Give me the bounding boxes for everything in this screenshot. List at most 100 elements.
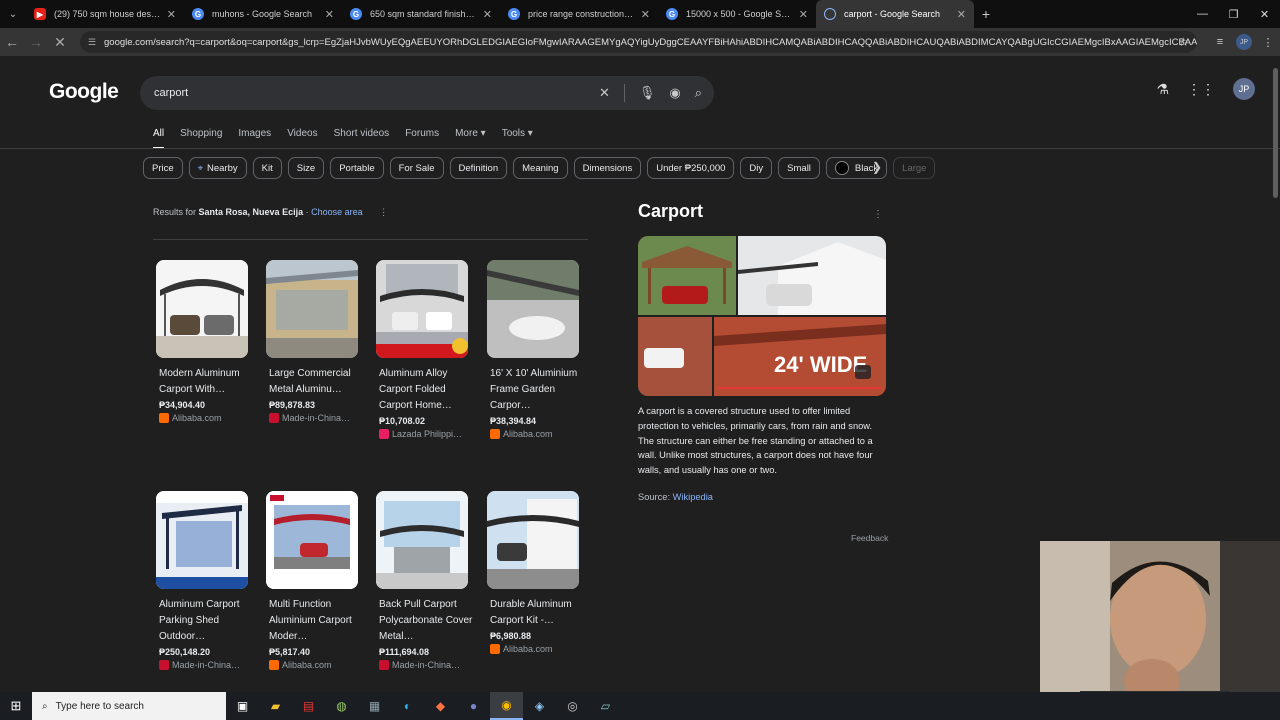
chip-price[interactable]: Price (143, 157, 183, 179)
edge-icon[interactable]: ◐ (391, 692, 424, 720)
product-name[interactable]: Back Pull Carport Polycarbonate Cover Me… (376, 597, 476, 645)
tab-tools[interactable]: Tools ▾ (502, 128, 533, 149)
account-avatar[interactable]: JP (1233, 78, 1255, 100)
chip-large[interactable]: Large (893, 157, 936, 179)
product-image[interactable] (156, 491, 248, 589)
chip-diy[interactable]: Diy (740, 157, 773, 179)
product-image[interactable] (487, 491, 579, 589)
lens-icon[interactable]: ◉ (669, 85, 680, 101)
labs-flask-icon[interactable]: ⚗ (1156, 81, 1169, 98)
new-tab-button[interactable]: + (974, 6, 998, 22)
bookmark-star-icon[interactable]: ☆ (1178, 35, 1189, 49)
product-card[interactable]: Modern Aluminum Carport With… ₱34,904.40… (156, 260, 256, 423)
more-options-icon[interactable]: ⋮ (379, 207, 388, 217)
tab-images[interactable]: Images (238, 128, 271, 149)
task-view-icon[interactable]: ▣ (226, 692, 259, 720)
chip-size[interactable]: Size (287, 157, 325, 179)
calculator-icon[interactable]: ▦ (358, 692, 391, 720)
tab-more[interactable]: More ▾ (455, 128, 486, 149)
minimize-icon[interactable]: — (1187, 0, 1218, 28)
back-button[interactable]: ← (0, 28, 24, 56)
product-name[interactable]: 16' X 10' Aluminium Frame Garden Carpor… (487, 366, 587, 414)
product-image[interactable] (487, 260, 579, 358)
microphone-icon[interactable]: 🎙 (639, 85, 656, 101)
wikipedia-link[interactable]: Wikipedia (673, 492, 713, 502)
chip-dimensions[interactable]: Dimensions (573, 157, 642, 179)
steam-icon[interactable]: ◈ (523, 692, 556, 720)
file-explorer-icon[interactable]: ▰ (259, 692, 292, 720)
chip-kit[interactable]: Kit (252, 157, 282, 179)
feedback-link[interactable]: Feedback (851, 533, 888, 543)
chip-portable[interactable]: Portable (330, 157, 384, 179)
more-options-icon[interactable]: ⋮ (873, 209, 883, 220)
product-image[interactable] (156, 260, 248, 358)
product-name[interactable]: Large Commercial Metal Aluminu… (266, 366, 366, 398)
close-window-icon[interactable]: ✕ (1249, 0, 1280, 28)
product-card[interactable]: Aluminum Alloy Carport Folded Carport Ho… (376, 260, 476, 439)
site-info-icon[interactable]: ☰ (88, 37, 96, 48)
close-tab-icon[interactable]: ✕ (167, 8, 176, 21)
product-card[interactable]: 16' X 10' Aluminium Frame Garden Carpor…… (487, 260, 587, 439)
chip-for-sale[interactable]: For Sale (389, 157, 444, 179)
close-tab-icon[interactable]: ✕ (641, 8, 650, 21)
browser-menu-icon[interactable]: ⋮ (1256, 36, 1280, 49)
taskbar-search[interactable]: ⌕ Type here to search (32, 692, 226, 720)
tab-all[interactable]: All (153, 128, 165, 149)
discord-icon[interactable]: ● (457, 692, 490, 720)
product-name[interactable]: Multi Function Aluminium Carport Moder… (266, 597, 366, 645)
scrollbar[interactable] (1273, 68, 1278, 198)
clear-icon[interactable]: ✕ (599, 85, 610, 101)
product-card[interactable]: Durable Aluminum Carport Kit -… ₱6,980.8… (487, 491, 587, 654)
chrome-icon[interactable]: ◉ (490, 692, 523, 720)
product-image[interactable] (266, 491, 358, 589)
product-image[interactable] (266, 260, 358, 358)
browser-tab[interactable]: ▶ (29) 750 sqm house design phi ✕ (26, 0, 184, 28)
close-tab-icon[interactable]: ✕ (957, 8, 966, 21)
chip-meaning[interactable]: Meaning (513, 157, 568, 179)
apps-grid-icon[interactable]: ⋮⋮ (1187, 81, 1215, 98)
product-image[interactable] (376, 491, 468, 589)
tab-videos[interactable]: Videos (287, 128, 317, 149)
forward-button[interactable]: → (24, 28, 48, 56)
app-icon[interactable]: ◍ (325, 692, 358, 720)
product-card[interactable]: Multi Function Aluminium Carport Moder… … (266, 491, 366, 670)
app-icon[interactable]: ▱ (589, 692, 622, 720)
search-box[interactable]: carport ✕ 🎙 ◉ ⌕ (140, 76, 714, 110)
app-icon[interactable]: ◎ (556, 692, 589, 720)
chip-nearby[interactable]: ⌖ Nearby (188, 157, 247, 179)
chevron-right-icon[interactable]: ❯ (872, 160, 882, 174)
google-logo[interactable]: Google (49, 80, 119, 104)
tab-shopping[interactable]: Shopping (180, 128, 222, 149)
browser-tab[interactable]: G 650 sqm standard finish house ✕ (342, 0, 500, 28)
browser-tab[interactable]: Gprice range construction philipp ✕ (500, 0, 658, 28)
product-name[interactable]: Aluminum Alloy Carport Folded Carport Ho… (376, 366, 476, 414)
close-tab-icon[interactable]: ✕ (325, 8, 334, 21)
product-name[interactable]: Aluminum Carport Parking Shed Outdoor… (156, 597, 256, 645)
choose-area-link[interactable]: Choose area (311, 207, 363, 217)
stop-loading-button[interactable]: ✕ (48, 28, 72, 56)
product-card[interactable]: Large Commercial Metal Aluminu… ₱89,878.… (266, 260, 366, 423)
app-icon[interactable]: ▤ (292, 692, 325, 720)
product-card[interactable]: Aluminum Carport Parking Shed Outdoor… ₱… (156, 491, 256, 670)
browser-tab[interactable]: G 15000 x 500 - Google Search ✕ (658, 0, 816, 28)
close-tab-icon[interactable]: ✕ (799, 8, 808, 21)
windows-start-icon[interactable]: ⊞ (0, 698, 32, 714)
chip-small[interactable]: Small (778, 157, 820, 179)
product-name[interactable]: Durable Aluminum Carport Kit -… (487, 597, 587, 629)
restore-icon[interactable]: ❐ (1218, 0, 1249, 28)
tab-forums[interactable]: Forums (405, 128, 439, 149)
product-card[interactable]: Back Pull Carport Polycarbonate Cover Me… (376, 491, 476, 670)
profile-avatar[interactable]: JP (1236, 34, 1252, 50)
knowledge-panel-images[interactable]: 24' WIDE (638, 236, 886, 396)
browser-tab[interactable]: Gmuhons - Google Search ✕ (184, 0, 342, 28)
product-image[interactable] (376, 260, 468, 358)
close-tab-icon[interactable]: ✕ (483, 8, 492, 21)
chip-definition[interactable]: Definition (449, 157, 508, 179)
app-icon[interactable]: ◆ (424, 692, 457, 720)
chip-under-price[interactable]: Under ₱250,000 (647, 157, 735, 179)
browser-tab-active[interactable]: carport - Google Search ✕ (816, 0, 974, 28)
search-icon[interactable]: ⌕ (695, 85, 702, 101)
url-bar[interactable]: ☰ google.com/search?q=carport&oq=carport… (80, 31, 1197, 53)
tab-short-videos[interactable]: Short videos (334, 128, 390, 149)
product-name[interactable]: Modern Aluminum Carport With… (156, 366, 256, 398)
